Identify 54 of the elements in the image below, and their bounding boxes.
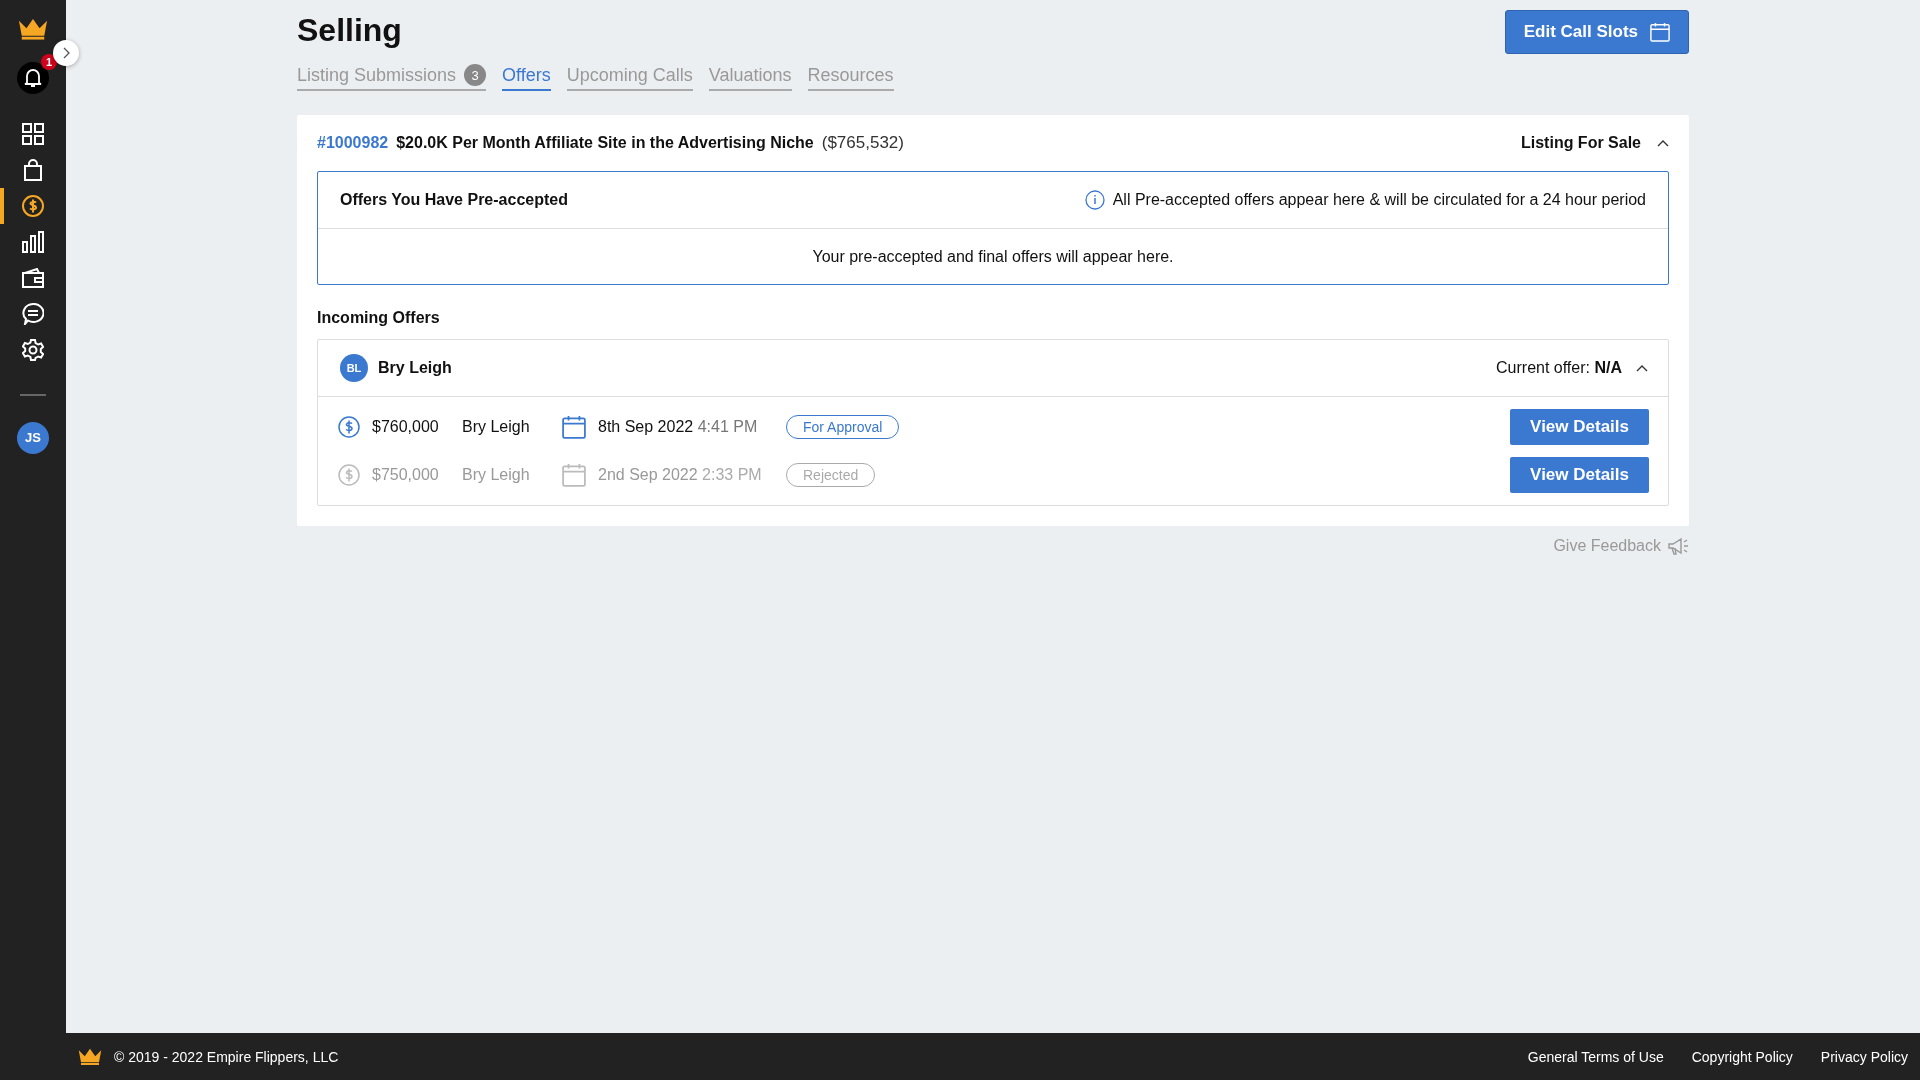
crown-logo-icon [18,18,48,40]
calendar-icon [1650,22,1670,42]
chevron-up-icon[interactable] [1636,364,1648,372]
empty-message: Your pre-accepted and final offers will appear here. [811,247,1175,267]
grid-icon[interactable] [22,122,44,145]
tab[interactable]: Resources [807,64,894,91]
edit-call-slots-button[interactable]: Edit Call Slots [1504,10,1689,54]
copyright-text: © 2019 - 2022 Empire Flippers, LLC [114,1048,339,1065]
info-icon [1084,190,1105,210]
footer-link[interactable]: Copyright Policy [1691,1048,1793,1065]
offer-date: 8th Sep 2022 4:41 PM [598,418,759,436]
offer-buyer: Bry Leigh [462,466,531,484]
view-details-button[interactable]: View Details [1510,457,1649,493]
listing-status: Listing For Sale [1521,134,1641,152]
crown-icon [78,1047,102,1066]
bell-icon [24,67,42,88]
footer-link[interactable]: General Terms of Use [1527,1048,1664,1065]
buyer-avatar: BL [340,354,368,382]
calendar-icon [562,415,586,439]
chevron-up-icon[interactable] [1657,139,1669,147]
give-feedback-link[interactable]: Give Feedback [1553,537,1661,555]
calendar-icon [562,463,586,487]
listing-price: ($765,532) [821,133,904,152]
info-text: All Pre-accepted offers appear here & will be circulated for a 24 hour period [1112,191,1646,209]
offer-date: 2nd Sep 2022 2:33 PM [598,466,763,484]
listing-title: $20.0K Per Month Affiliate Site in the Advertising Niche [396,134,814,151]
section-title: Incoming Offers [317,309,441,327]
chevron-right-icon [62,47,70,59]
user-avatar[interactable]: JS [17,421,49,454]
dollar-icon[interactable] [22,194,44,217]
count-badge: 3 [464,64,487,86]
footer-link[interactable]: Privacy Policy [1820,1048,1908,1065]
listing-id-link[interactable]: #1000982 [317,134,389,151]
offer-buyer: Bry Leigh [462,418,531,436]
bar-chart-icon[interactable] [22,230,44,253]
panel-title: Offers You Have Pre-accepted [340,191,568,209]
dollar-icon [338,464,360,486]
tab[interactable]: Valuations [708,64,792,91]
chat-icon[interactable] [22,302,44,325]
notification-count: 1 [41,53,57,70]
tab[interactable]: Listing Submissions 3 [297,64,487,91]
current-offer: Current offer: N/A [1496,359,1622,377]
offer-amount: $760,000 [372,418,440,436]
tab[interactable]: Offers [502,64,551,91]
settings-icon[interactable] [22,338,44,361]
wallet-icon[interactable] [22,267,44,288]
shopping-bag-icon[interactable] [23,158,43,181]
buyer-name: Bry Leigh [378,359,452,377]
offer-amount: $750,000 [372,466,440,484]
tab[interactable]: Upcoming Calls [566,64,693,91]
dollar-icon [338,416,360,438]
expand-button[interactable] [53,40,79,66]
view-details-button[interactable]: View Details [1510,409,1649,445]
page-title: Selling [297,11,402,50]
